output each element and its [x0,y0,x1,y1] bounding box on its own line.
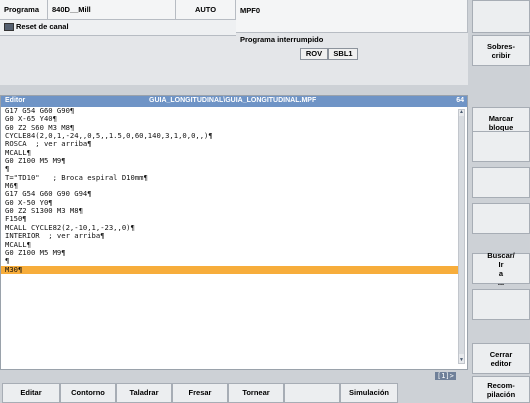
code-lines[interactable]: G17 G54 G60 G90¶ G0 X-65 Y40¶ G0 Z2 S60 M3… [1,106,463,274]
edit-softkey[interactable]: Editar [2,383,60,403]
code-line[interactable]: MCALL¶ [5,148,455,157]
code-line[interactable]: ¶ [5,256,455,265]
scroll-down-icon[interactable]: ▼ [459,358,464,363]
code-line[interactable]: T="TD10" ; Broca espiral D10mm¶ [5,173,455,182]
scroll-up-icon[interactable]: ▲ [459,110,464,115]
code-line[interactable]: MCALL¶ [5,240,455,249]
status-header: Programa 840D__Mill AUTO MPF0 Reset de c… [0,0,468,85]
editor-line-count: 64 [456,97,464,104]
code-line[interactable]: G17 G54 G60 G90 G94¶ [5,190,455,199]
program-status: Programa interrumpido [240,35,324,44]
code-line[interactable]: ROSCA ; ver arriba¶ [5,140,455,149]
mode-indicator: AUTO [176,0,236,20]
reset-icon [4,23,14,31]
sbl1-flag: SBL1 [328,48,358,60]
code-line[interactable]: G0 Z2 S1300 M3 M8¶ [5,206,455,215]
code-line[interactable]: M30¶ [1,265,463,274]
program-name: 840D__Mill [48,0,176,20]
simulation-softkey[interactable]: Simulación [340,383,398,403]
softkey-right-1[interactable] [472,0,530,33]
code-line[interactable]: INTERIOR ; ver arriba¶ [5,231,455,240]
page-indicator: [1]> [435,372,456,380]
softkey-right-6[interactable] [472,203,530,234]
hmi-screen: Programa 840D__Mill AUTO MPF0 Reset de c… [0,0,530,403]
recompile-softkey[interactable]: Recom-pilación [472,376,530,403]
code-line[interactable]: G0 Z100 M5 M9¶ [5,248,455,257]
softkey-right-4[interactable] [472,131,530,162]
turn-softkey[interactable]: Tornear [228,383,284,403]
program-file: MPF0 [236,0,468,33]
channel-reset: Reset de canal [0,20,236,36]
mill-softkey[interactable]: Fresar [172,383,228,403]
program-label: Programa [0,0,48,20]
drill-softkey[interactable]: Taladrar [116,383,172,403]
search-goto-softkey[interactable]: Buscar/Ir a... [472,251,530,287]
softkey-right-5[interactable] [472,167,530,198]
softkey-bottom-6[interactable] [284,383,340,403]
contour-softkey[interactable]: Contorno [60,383,116,403]
overwrite-softkey[interactable]: Sobres-cribir [472,35,530,66]
code-line[interactable]: G0 Z100 M5 M9¶ [5,156,455,165]
editor-file-path: GUIA_LONGITUDINAL\GUIA_LONGITUDINAL.MPF [149,97,317,104]
softkey-right-8[interactable] [472,289,530,320]
code-line[interactable]: G17 G54 G60 G90¶ [5,106,455,115]
close-editor-softkey[interactable]: Cerrar editor [472,343,530,374]
scroll-thumb[interactable] [459,116,464,354]
editor-label: Editor [5,97,26,104]
program-editor[interactable]: Editor GUIA_LONGITUDINAL\GUIA_LONGITUDIN… [0,95,468,370]
reset-label: Reset de canal [16,22,69,31]
editor-scrollbar[interactable]: ▲ ▼ [458,109,465,364]
rov-flag: ROV [300,48,328,60]
